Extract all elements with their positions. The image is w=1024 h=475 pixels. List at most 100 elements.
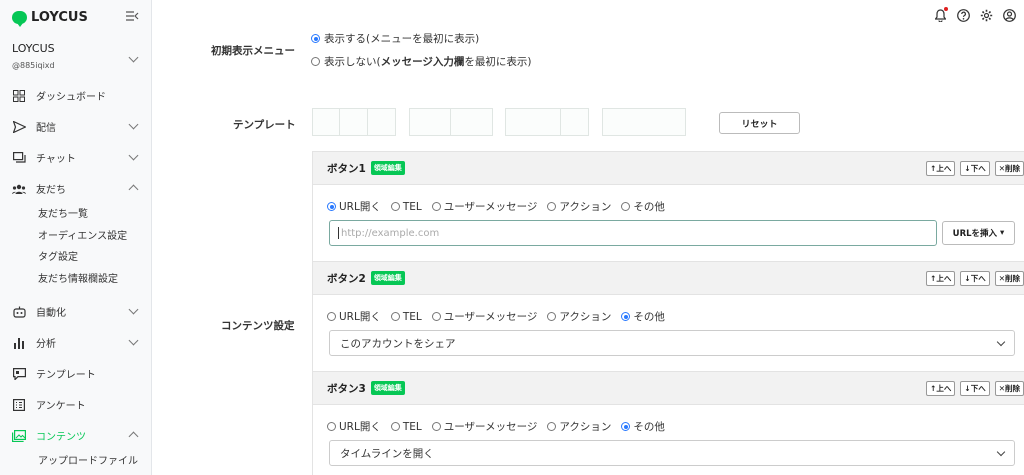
nav-chat[interactable]: チャット: [0, 142, 151, 173]
chevron-down-icon: [128, 304, 139, 315]
move-down-label: 下へ: [970, 274, 986, 283]
move-down-button[interactable]: ↓ 下へ: [960, 381, 990, 396]
radio-unchecked[interactable]: [547, 422, 557, 431]
radio-unchecked[interactable]: [547, 202, 557, 211]
action-url-option[interactable]: URL開く: [327, 309, 381, 324]
radio-unchecked[interactable]: [390, 422, 400, 431]
nav-contents-label: コンテンツ: [36, 432, 86, 443]
help-icon[interactable]: [956, 8, 970, 22]
delete-button[interactable]: ✕ 削除: [994, 161, 1024, 176]
nav-friend-info-settings[interactable]: 友だち情報欄設定: [0, 269, 151, 291]
brand-name: LOYCUS: [31, 9, 88, 25]
action-action-option[interactable]: アクション: [547, 309, 611, 324]
template-option-3[interactable]: [505, 108, 589, 136]
action-url-option[interactable]: URL開く: [327, 199, 381, 214]
nav-audience-settings[interactable]: オーディエンス設定: [0, 226, 151, 248]
action-tel-option[interactable]: TEL: [390, 309, 422, 324]
nav-upload-files[interactable]: アップロードファイル: [0, 451, 151, 473]
initial-menu-label: 初期表示メニュー: [211, 45, 295, 57]
nav-automation[interactable]: 自動化: [0, 296, 151, 327]
nav-delivery[interactable]: 配信: [0, 111, 151, 142]
delete-button[interactable]: ✕ 削除: [994, 271, 1024, 286]
area-edit-badge[interactable]: 領域編集: [370, 271, 405, 285]
radio-unchecked[interactable]: [390, 202, 400, 211]
menu-show-option[interactable]: 表示する(メニューを最初に表示): [311, 31, 479, 46]
logo[interactable]: LOYCUS: [12, 9, 88, 27]
area-edit-badge[interactable]: 領域編集: [370, 161, 405, 175]
menu-hide-option[interactable]: 表示しない(メッセージ入力欄を最初に表示): [311, 54, 532, 69]
radio-checked[interactable]: [621, 422, 631, 431]
action-type-options: URL開く TEL ユーザーメッセージ アクション その他: [327, 309, 665, 324]
radio-unchecked[interactable]: [327, 422, 336, 431]
action-user-message-option[interactable]: ユーザーメッセージ: [431, 419, 537, 434]
bell-icon[interactable]: [933, 7, 948, 22]
action-action-option[interactable]: アクション: [547, 419, 611, 434]
action-other-option[interactable]: その他: [621, 309, 665, 324]
radio-unchecked[interactable]: [431, 312, 441, 321]
nav-friends[interactable]: 友だち: [0, 173, 151, 204]
other-action-select[interactable]: このアカウントをシェア: [329, 330, 1015, 356]
button-panel-1: ボタン1 領域編集 ↑ 上へ ↓ 下へ ✕ 削除 URL開く TEL ユーザーメッセー…: [312, 151, 1024, 261]
radio-unchecked[interactable]: [390, 312, 400, 321]
action-other-option[interactable]: その他: [621, 419, 665, 434]
radio-unchecked[interactable]: [547, 312, 557, 321]
radio-unchecked[interactable]: [327, 312, 336, 321]
chevron-down-icon: [996, 337, 1006, 347]
button-panel-2: ボタン2 領域編集 ↑ 上へ ↓ 下へ ✕ 削除 URL開く TEL ユーザーメッセー…: [312, 261, 1024, 371]
radio-checked[interactable]: [327, 202, 336, 211]
radio-unchecked[interactable]: [431, 202, 441, 211]
button-title: ボタン1: [327, 162, 366, 175]
area-edit-badge[interactable]: 領域編集: [370, 381, 405, 395]
move-down-button[interactable]: ↓ 下へ: [960, 271, 990, 286]
move-down-button[interactable]: ↓ 下へ: [960, 161, 990, 176]
radio-unchecked[interactable]: [431, 422, 441, 431]
action-user-message-option[interactable]: ユーザーメッセージ: [431, 199, 538, 214]
template-option-2[interactable]: [409, 108, 493, 136]
gear-icon[interactable]: [979, 8, 993, 22]
nav-dashboard[interactable]: ダッシュボード: [0, 80, 151, 111]
chevron-down-icon: [128, 335, 139, 346]
nav-automation-label: 自動化: [36, 308, 66, 319]
nav-analysis[interactable]: 分析: [0, 327, 151, 358]
move-up-button[interactable]: ↑ 上へ: [926, 271, 956, 286]
url-input[interactable]: http://example.com: [329, 220, 937, 246]
radio-checked[interactable]: [311, 34, 320, 43]
delete-label: 削除: [1005, 274, 1020, 283]
option-label: ユーザーメッセージ: [443, 201, 538, 213]
action-tel-option[interactable]: TEL: [390, 419, 422, 434]
top-toolbar: [933, 7, 1016, 22]
nav-contents[interactable]: コンテンツ: [0, 420, 151, 451]
radio-unchecked[interactable]: [621, 202, 631, 211]
action-action-option[interactable]: アクション: [547, 199, 611, 214]
account-switcher[interactable]: LOYCUS @885iqixd: [0, 34, 151, 76]
template-option-1[interactable]: [312, 108, 396, 136]
template-icon: [12, 367, 26, 381]
delete-button[interactable]: ✕ 削除: [994, 381, 1024, 396]
nav-survey[interactable]: アンケート: [0, 389, 151, 420]
chevron-up-icon: [128, 431, 139, 442]
action-url-option[interactable]: URL開く: [327, 419, 381, 434]
other-action-select[interactable]: タイムラインを開く: [329, 440, 1015, 466]
radio-unchecked[interactable]: [311, 57, 320, 66]
insert-url-button[interactable]: URLを挿入 ▾: [942, 221, 1015, 245]
account-id: @885iqixd: [12, 61, 55, 70]
user-account-icon[interactable]: [1002, 8, 1016, 22]
nav-tag-settings[interactable]: タグ設定: [0, 247, 151, 269]
template-option-4[interactable]: [602, 108, 686, 136]
chat-icon: [12, 151, 26, 165]
sidebar: LOYCUS LOYCUS @885iqixd ダッシュボード 配信 チャット …: [0, 0, 152, 475]
reset-button[interactable]: リセット: [719, 112, 800, 134]
action-other-option[interactable]: その他: [621, 199, 665, 214]
collapse-sidebar-icon[interactable]: [126, 10, 139, 24]
action-user-message-option[interactable]: ユーザーメッセージ: [431, 309, 537, 324]
chevron-down-icon: [996, 447, 1006, 457]
nav-analysis-label: 分析: [36, 339, 56, 350]
nav-template[interactable]: テンプレート: [0, 358, 151, 389]
action-tel-option[interactable]: TEL: [390, 199, 422, 214]
radio-checked[interactable]: [621, 312, 631, 321]
move-up-button[interactable]: ↑ 上へ: [926, 381, 956, 396]
nav-friends-list[interactable]: 友だち一覧: [0, 204, 151, 226]
move-up-button[interactable]: ↑ 上へ: [926, 161, 956, 176]
image-gallery-icon: [12, 429, 26, 443]
nav-dashboard-label: ダッシュボード: [36, 92, 106, 103]
